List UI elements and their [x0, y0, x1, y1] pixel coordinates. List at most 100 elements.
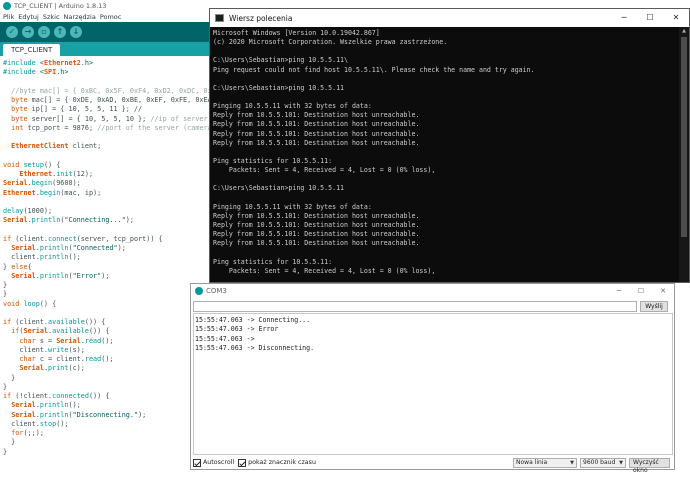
cmd-line: Ping statistics for 10.5.5.11: — [213, 257, 333, 266]
serial-send-input[interactable] — [193, 301, 637, 312]
scroll-up-icon[interactable]: ▲ — [679, 27, 689, 36]
cmd-line: Ping request could not find host 10.5.5.… — [213, 65, 535, 74]
code-token: (;;); — [23, 429, 44, 437]
code-token: connected — [52, 392, 89, 400]
code-token: (); — [101, 355, 114, 363]
cmd-line — [213, 75, 677, 84]
timestamp-checkbox[interactable] — [238, 458, 247, 467]
code-token: .h> — [80, 59, 94, 67]
command-prompt-window: Wiersz polecenia ─ ☐ ✕ Microsoft Windows… — [209, 8, 690, 293]
tab-tcp-client[interactable]: TCP_CLIENT — [3, 44, 61, 56]
code-token: Serial — [3, 216, 28, 225]
autoscroll-checkbox[interactable] — [193, 458, 201, 467]
upload-icon[interactable]: → — [22, 26, 34, 38]
code-token: setup — [23, 160, 44, 169]
cmd-scroll-thumb[interactable] — [681, 37, 687, 237]
code-token: Ethernet — [19, 170, 53, 178]
cmd-line: Reply from 10.5.5.101: Destination host … — [213, 111, 420, 120]
clear-output-button[interactable]: Wyczyść okno — [629, 457, 670, 474]
code-token: //port of the server (camerA) — [97, 123, 216, 132]
code-token: } — [3, 373, 16, 382]
cmd-line: Packets: Sent = 4, Received = 4, Lost = … — [213, 166, 436, 175]
code-token: (mac, ip); — [60, 188, 102, 197]
open-sketch-icon[interactable]: ↑ — [54, 26, 66, 38]
serial-titlebar: COM3 ─ ☐ ✕ — [191, 284, 674, 298]
cmd-line — [213, 47, 677, 56]
menu-szkic[interactable]: Szkic — [43, 13, 60, 21]
code-token: else — [11, 262, 28, 271]
line-ending-select[interactable]: Nowa linia ▼ — [513, 457, 577, 468]
code-token: tcp_port = 9876; — [23, 123, 98, 132]
cmd-line: C:\Users\Sebastian>ping 10.5.5.11 — [213, 83, 345, 92]
code-token: init — [56, 170, 73, 178]
serial-output[interactable]: 15:55:47.063 -> Connecting... 15:55:47.06… — [193, 313, 673, 455]
code-token: stop — [39, 419, 57, 428]
cmd-line: C:\Users\Sebastian>ping 10.5.5.11 — [213, 184, 345, 193]
code-token: } — [3, 262, 12, 271]
code-token: ); — [138, 410, 147, 419]
code-token: println — [31, 216, 61, 225]
code-token: delay — [3, 207, 24, 215]
code-token: EthernetClient — [3, 142, 69, 151]
cmd-scrollbar[interactable]: ▲ — [679, 27, 689, 282]
code-token: print — [48, 364, 69, 373]
code-token: println — [39, 401, 69, 410]
code-token: s = — [35, 336, 57, 345]
code-token: () { — [39, 299, 57, 308]
line-ending-value: Nowa linia — [516, 459, 548, 466]
code-token: ()) { — [84, 318, 106, 326]
cmd-line: Reply from 10.5.5.101: Destination host … — [213, 230, 420, 239]
menu-narzedzia[interactable]: Narzędzia — [64, 13, 96, 21]
code-token: Serial — [3, 179, 28, 188]
code-token: "Connecting..." — [64, 216, 126, 225]
cmd-line: Reply from 10.5.5.101: Destination host … — [213, 120, 420, 129]
menu-plik[interactable]: Plik — [3, 13, 14, 21]
cmd-title: Wiersz polecenia — [229, 13, 293, 23]
code-token: begin — [31, 179, 53, 188]
code-token: Serial — [11, 244, 36, 252]
close-icon[interactable]: ✕ — [663, 9, 689, 27]
arduino-logo-icon — [3, 2, 11, 10]
save-sketch-icon[interactable]: ↓ — [70, 26, 82, 38]
code-token: connect — [48, 234, 77, 243]
code-token: (); — [101, 336, 114, 345]
minimize-icon[interactable]: ─ — [611, 9, 637, 27]
maximize-icon[interactable]: ☐ — [637, 9, 663, 27]
menu-pomoc[interactable]: Pomoc — [100, 13, 122, 21]
code-token: int — [3, 123, 24, 132]
cmd-line — [213, 248, 677, 257]
code-token: { — [27, 262, 32, 271]
code-token: "Error" — [72, 271, 102, 280]
verify-icon[interactable]: ✓ — [6, 26, 18, 38]
menu-edytuj[interactable]: Edytuj — [18, 13, 39, 21]
code-token: client. — [3, 345, 49, 354]
maximize-icon[interactable]: ☐ — [630, 284, 652, 298]
minimize-icon[interactable]: ─ — [608, 284, 630, 298]
cmd-window-controls: ─ ☐ ✕ — [611, 9, 689, 27]
baud-select[interactable]: 9600 baud ▼ — [580, 457, 626, 468]
code-token: mac[] = { 0xDE, 0xAD, 0xBE, 0xEF, 0xFE, … — [27, 96, 224, 104]
chevron-down-icon: ▼ — [570, 459, 574, 466]
code-token: (!client. — [11, 392, 53, 400]
code-token: println — [39, 271, 69, 280]
close-icon[interactable]: ✕ — [652, 284, 674, 298]
send-button[interactable]: Wyślij — [640, 301, 668, 312]
cmd-output[interactable]: Microsoft Windows [Version 10.0.19042.86… — [213, 29, 677, 293]
code-token: Serial — [19, 364, 44, 373]
code-token: println — [39, 410, 69, 419]
code-token: server[] = { 10, 5, 5, 10 }; — [27, 114, 151, 123]
code-token: for — [11, 429, 24, 437]
new-sketch-icon[interactable]: ▫ — [38, 26, 50, 38]
code-token: (server, tcp_port)) { — [76, 234, 163, 243]
code-token: void — [3, 299, 20, 308]
code-token: if — [3, 234, 12, 243]
code-token: available — [48, 318, 85, 326]
